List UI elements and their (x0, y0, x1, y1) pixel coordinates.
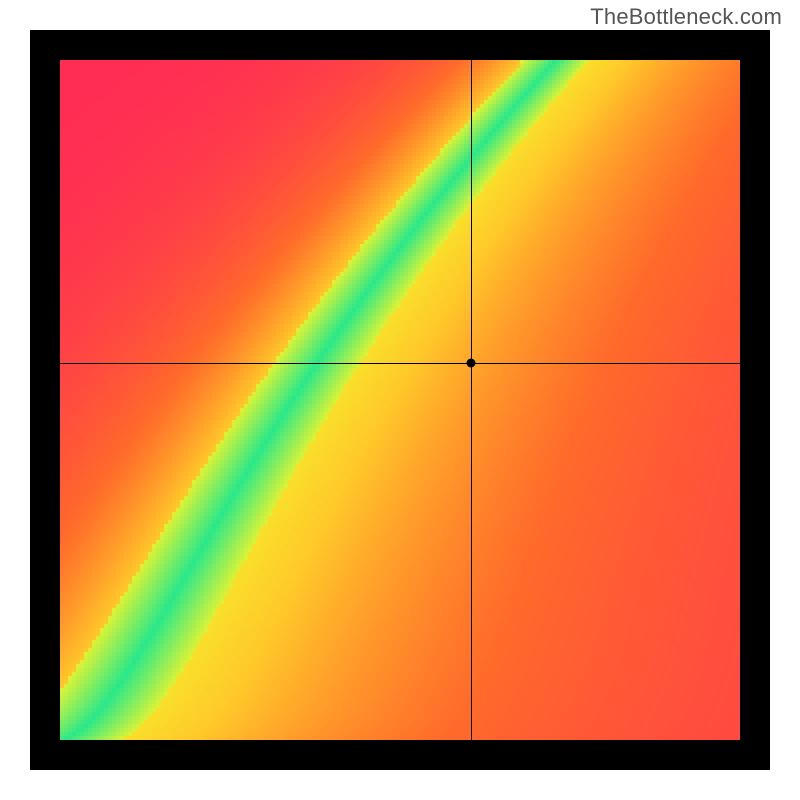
heatmap-canvas (60, 60, 740, 740)
chart-container: TheBottleneck.com (0, 0, 800, 800)
plot-frame (30, 30, 770, 770)
plot-area (60, 60, 740, 740)
data-point-marker (467, 358, 476, 367)
watermark-label: TheBottleneck.com (590, 4, 782, 30)
crosshair-horizontal (60, 363, 740, 364)
crosshair-vertical (471, 60, 472, 740)
